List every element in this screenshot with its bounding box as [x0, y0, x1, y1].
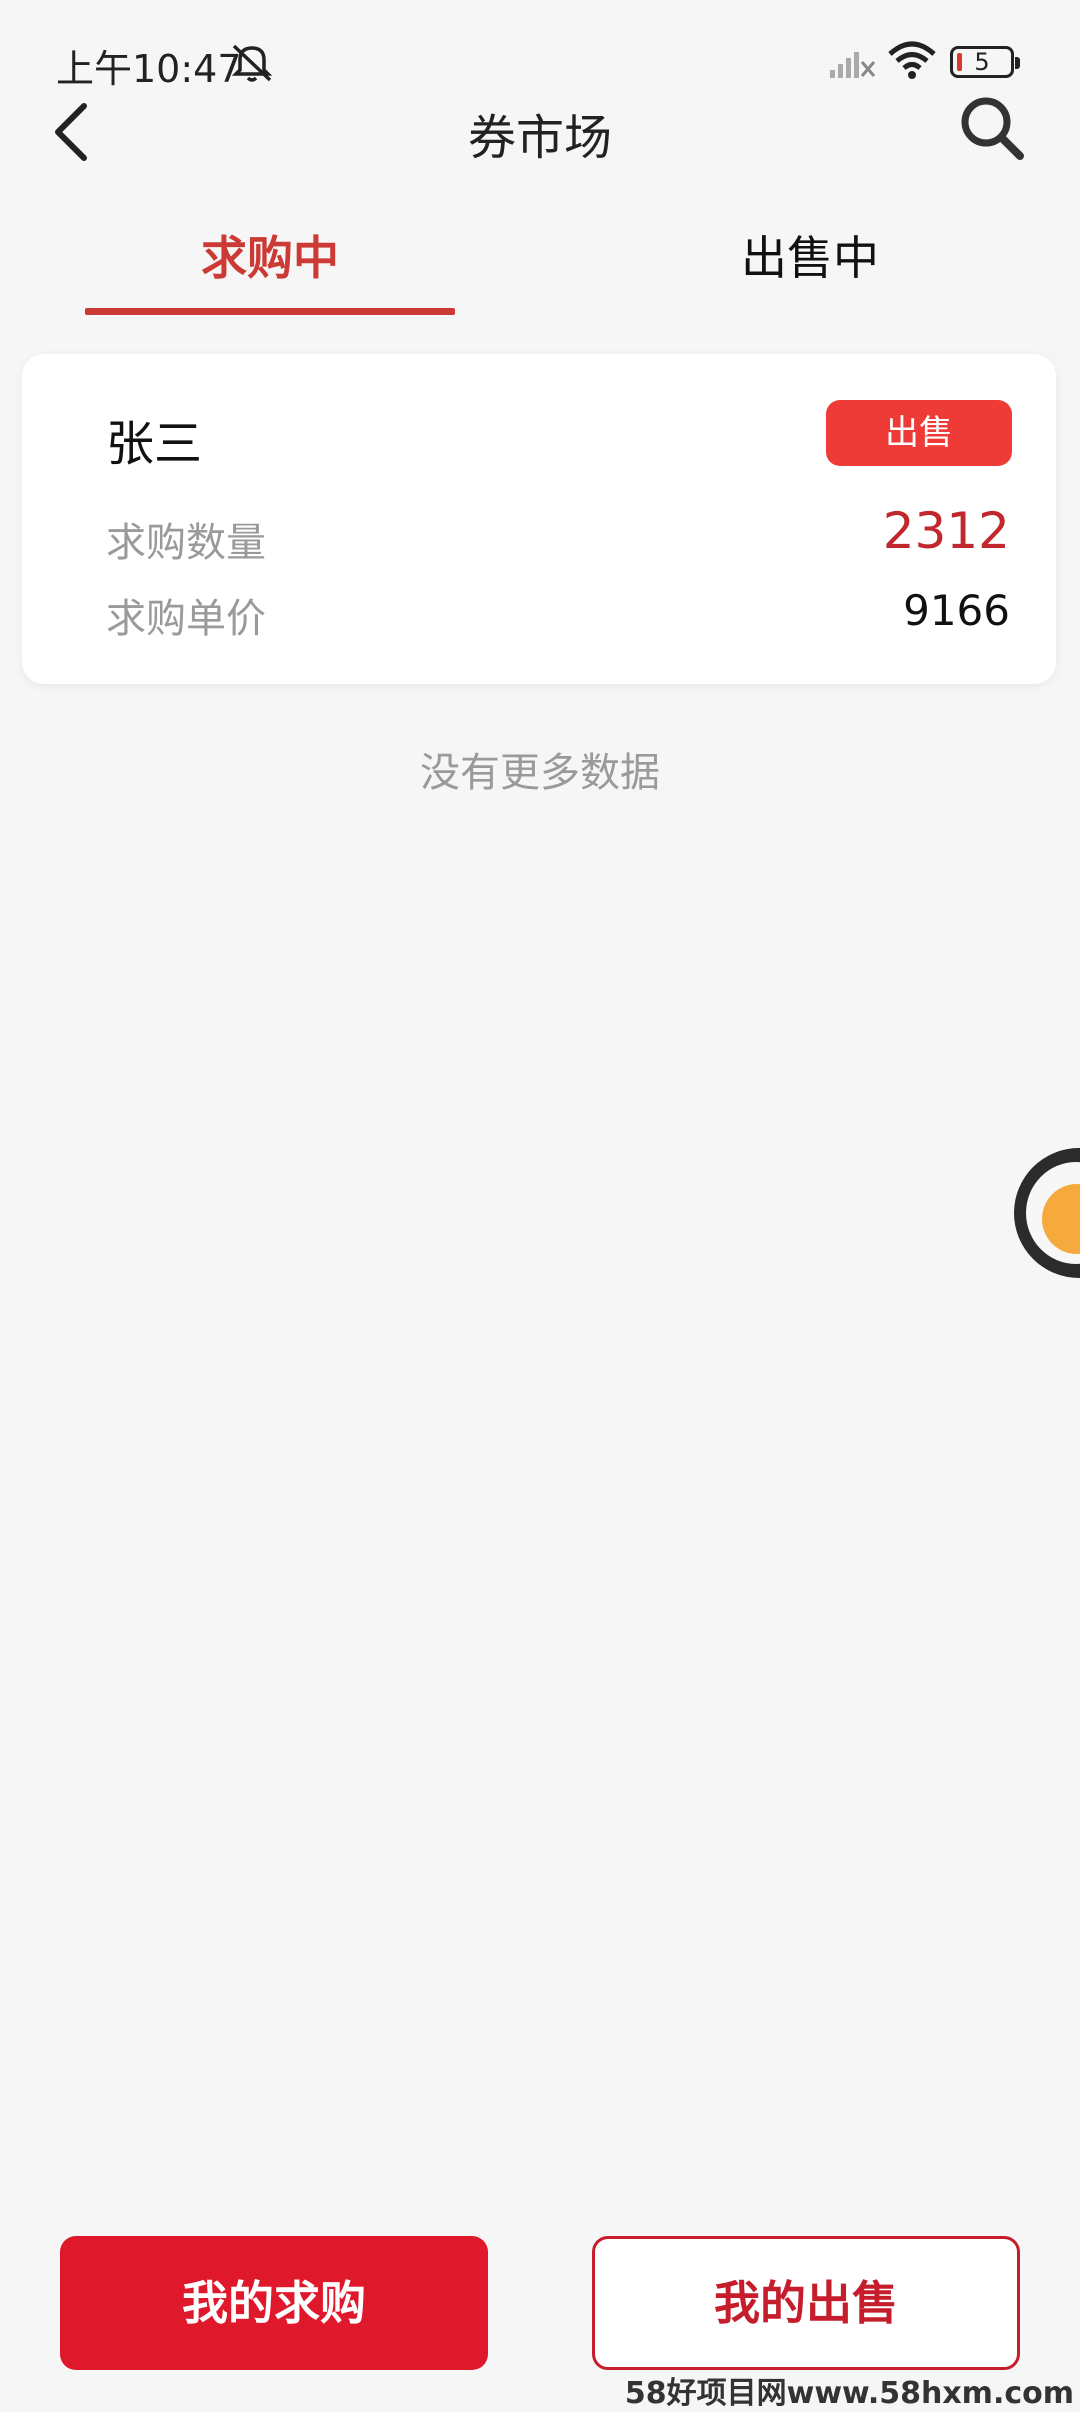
header: 券市场 [0, 80, 1080, 180]
floating-assistant-button[interactable] [1014, 1148, 1080, 1278]
search-button[interactable] [956, 92, 1028, 164]
tab-buying[interactable]: 求购中 [85, 222, 455, 318]
battery-indicator: 5 [950, 46, 1020, 78]
active-tab-indicator [85, 308, 455, 315]
quantity-label: 求购数量 [106, 520, 266, 566]
price-value: 9166 [903, 586, 1010, 635]
page-title: 券市场 [467, 110, 612, 166]
battery-percent: 5 [974, 48, 990, 76]
my-sell-orders-button[interactable]: 我的出售 [592, 2236, 1020, 2370]
bottom-action-bar: 我的求购 我的出售 [0, 2230, 1080, 2370]
no-more-data-hint: 没有更多数据 [420, 750, 660, 796]
wifi-icon [886, 40, 938, 82]
listing-user-name: 张三 [106, 416, 203, 472]
price-label: 求购单价 [106, 596, 266, 642]
sell-button[interactable]: 出售 [826, 400, 1012, 466]
watermark: 58好项目网www.58hxm.com [624, 2376, 1074, 2411]
mute-bell-icon [228, 40, 276, 84]
listing-card[interactable]: 张三 出售 求购数量 2312 求购单价 9166 [22, 354, 1056, 684]
quantity-value: 2312 [882, 502, 1010, 560]
my-buy-orders-button[interactable]: 我的求购 [60, 2236, 488, 2370]
search-icon [961, 97, 1024, 160]
tab-selling[interactable]: 出售中 [625, 222, 995, 318]
tab-bar: 求购中 出售中 [0, 222, 1080, 322]
signal-icon [828, 46, 878, 80]
